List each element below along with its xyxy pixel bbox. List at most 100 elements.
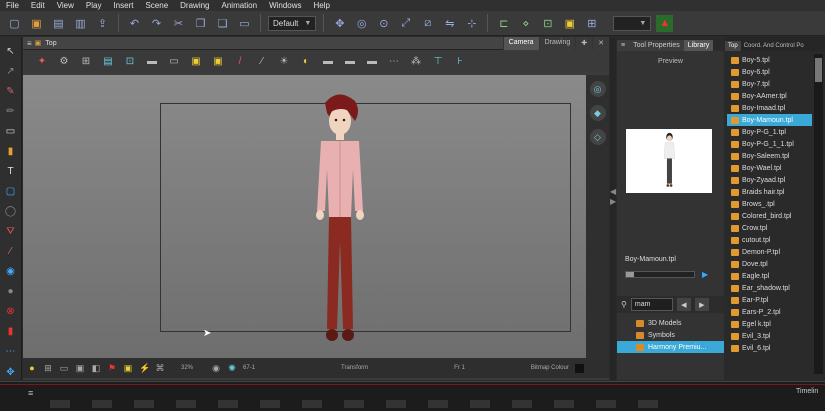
onion-next-icon[interactable]: ▬ — [365, 56, 379, 67]
contour-editor-icon[interactable]: ↗ — [3, 63, 18, 79]
list-item[interactable]: Brows_.tpl — [727, 198, 812, 210]
zoom-level[interactable]: 32% — [181, 365, 193, 371]
copy-icon[interactable]: ❐ — [192, 15, 209, 32]
slider-thumb[interactable] — [626, 272, 634, 277]
pencil-tool-icon[interactable]: ✏ — [3, 103, 18, 119]
list-item[interactable]: Boy-P-G_1_1.tpl — [727, 138, 812, 150]
flip-icon[interactable]: ⁂ — [409, 56, 423, 67]
grid-icon[interactable]: ⊞ — [43, 363, 53, 374]
ellipse-tool-icon[interactable]: ◯ — [3, 204, 18, 220]
ruler-vertical-icon[interactable]: ⊦ — [453, 56, 467, 67]
list-item[interactable]: Egel k.tpl — [727, 318, 812, 330]
undo-icon[interactable]: ↶ — [126, 15, 143, 32]
list-item[interactable]: cutout.tpl — [727, 234, 812, 246]
menu-scene[interactable]: Scene — [145, 1, 168, 10]
pivot-icon[interactable]: ◎ — [353, 15, 370, 32]
rotation-icon[interactable]: ◉ — [211, 363, 221, 374]
timeline-control[interactable] — [512, 400, 532, 408]
field-icon[interactable]: ▣ — [75, 363, 85, 374]
list-item[interactable]: Ears-P_2.tpl — [727, 306, 812, 318]
library-tree-item[interactable]: Symbols — [617, 329, 724, 341]
select-tool-icon[interactable]: ↖ — [3, 43, 18, 59]
list-item[interactable]: Boy-6.tpl — [727, 66, 812, 78]
flip-icon[interactable]: ⇋ — [441, 15, 458, 32]
timeline-control[interactable] — [638, 400, 658, 408]
delete-icon[interactable]: ▭ — [236, 15, 253, 32]
envelope-icon[interactable]: ⊡ — [539, 15, 556, 32]
brush-tool-icon[interactable]: ✎ — [3, 83, 18, 99]
bone-icon[interactable]: ⊹ — [463, 15, 480, 32]
tab-timeline[interactable]: Timelin — [796, 388, 818, 395]
onion-skin-icon[interactable]: ⊡ — [123, 56, 137, 67]
timeline-control[interactable] — [218, 400, 238, 408]
curve-icon[interactable]: ⋄ — [517, 15, 534, 32]
timeline-control[interactable] — [260, 400, 280, 408]
next-result-button[interactable]: ▶ — [694, 298, 709, 311]
list-item[interactable]: Crow.tpl — [727, 222, 812, 234]
red-flag-icon[interactable]: ⚑ — [107, 363, 117, 374]
menu-windows[interactable]: Windows — [269, 1, 301, 10]
menu-help[interactable]: Help — [314, 1, 330, 10]
tab-drawing[interactable]: Drawing — [538, 37, 576, 50]
list-item[interactable]: Boy-Zyaad.tpl — [727, 174, 812, 186]
zoom-tool-icon[interactable]: ◉ — [3, 264, 18, 280]
lightning-icon[interactable]: ⚡ — [139, 363, 150, 374]
file-list-scrollbar[interactable] — [814, 54, 823, 374]
view-3d-icon[interactable]: ◆ — [589, 105, 606, 121]
timeline-control[interactable] — [50, 400, 70, 408]
line-icon[interactable]: ⁄ — [255, 56, 269, 67]
safe-area-icon[interactable]: ▭ — [59, 363, 69, 374]
menu-insert[interactable]: Insert — [113, 1, 133, 10]
peg-icon[interactable]: ▬ — [145, 56, 159, 67]
tab-coord-control-points[interactable]: Coord. And Control Po — [741, 41, 807, 51]
timeline-control[interactable] — [596, 400, 616, 408]
text-tool-icon[interactable]: T — [3, 163, 18, 179]
reset-view-icon[interactable]: ▭ — [167, 56, 181, 67]
lock-icon[interactable]: ▣ — [123, 363, 133, 374]
collapse-right-icon[interactable]: ▶ — [610, 197, 616, 206]
bulb-icon[interactable]: ◐ — [299, 56, 313, 67]
library-tree-item[interactable]: 3D Models — [617, 317, 724, 329]
list-item[interactable]: Braids hair.tpl — [727, 186, 812, 198]
skew-icon[interactable]: ⧄ — [419, 15, 436, 32]
rotate-icon[interactable]: ⊙ — [375, 15, 392, 32]
eraser-tool-icon[interactable]: ▭ — [3, 123, 18, 139]
scale-icon[interactable]: ⤢ — [397, 15, 414, 32]
new-scene-icon[interactable]: ▢ — [6, 15, 23, 32]
bulb-icon[interactable]: ● — [27, 363, 37, 373]
dropper-tool-icon[interactable]: ⁄ — [3, 244, 18, 260]
fill-tool-icon[interactable]: ⛛ — [3, 224, 18, 240]
scrollbar-thumb[interactable] — [815, 58, 822, 82]
menu-icon[interactable]: ≡ — [617, 40, 630, 51]
workspace-select[interactable]: Default ▼ — [268, 15, 317, 31]
cut-icon[interactable]: ✂ — [170, 15, 187, 32]
rectangle-tool-icon[interactable]: ▢ — [3, 183, 18, 199]
timeline-control[interactable] — [554, 400, 574, 408]
camera-stage[interactable]: ➤ — [23, 75, 586, 358]
menu-edit[interactable]: Edit — [31, 1, 45, 10]
list-item[interactable]: Boy-AAmer.tpl — [727, 90, 812, 102]
grid-icon[interactable]: ⊞ — [79, 56, 93, 67]
timeline-control[interactable] — [344, 400, 364, 408]
character-icon[interactable]: ▲ — [656, 14, 674, 32]
menu-animation[interactable]: Animation — [222, 1, 258, 10]
list-item[interactable]: Eagle.tpl — [727, 270, 812, 282]
list-item[interactable]: Boy-5.tpl — [727, 54, 812, 66]
list-item[interactable]: Boy-Mamoun.tpl — [727, 114, 812, 126]
menu-icon[interactable]: ≡ — [28, 388, 33, 398]
save-icon[interactable]: ▤ — [50, 15, 67, 32]
timeline-control[interactable] — [176, 400, 196, 408]
morph-tool-icon[interactable]: ▮ — [3, 324, 18, 340]
timeline-control[interactable] — [428, 400, 448, 408]
import-icon[interactable]: ⇪ — [94, 15, 111, 32]
grid-icon[interactable]: ⊞ — [583, 15, 600, 32]
add-tab-icon[interactable]: ✚ — [575, 37, 593, 50]
panel-splitter[interactable]: ◀ ▶ — [610, 37, 616, 380]
list-item[interactable]: Demon-P.tpl — [727, 246, 812, 258]
animate-icon[interactable]: ✦ — [35, 56, 49, 67]
ruler-horizontal-icon[interactable]: ⊤ — [431, 56, 445, 67]
reset-rotation-icon[interactable]: ◇ — [589, 129, 606, 145]
timeline-control[interactable] — [470, 400, 490, 408]
settings-icon[interactable]: ⚙ — [57, 56, 71, 67]
paint-tool-icon[interactable]: ▮ — [3, 143, 18, 159]
